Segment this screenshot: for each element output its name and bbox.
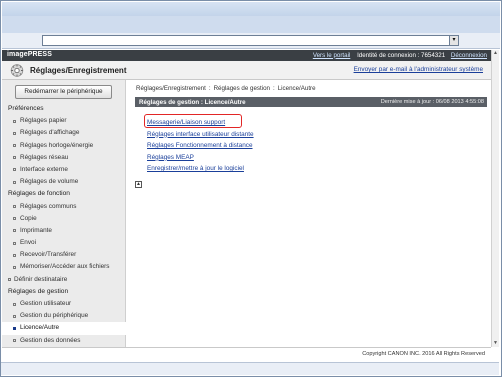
bullet-icon (13, 241, 16, 245)
vertical-scrollbar[interactable]: ▲ ▼ (491, 50, 499, 347)
link-meap-settings[interactable]: Réglages MEAP (147, 152, 254, 164)
bullet-icon (13, 131, 16, 135)
back-to-top-icon[interactable]: ▲ (135, 181, 142, 188)
brand-logo: imagePRESS (7, 51, 52, 58)
sidebar-item-license-other[interactable]: Licence/Autre (2, 322, 126, 335)
bullet-icon (13, 314, 16, 318)
top-bar-right: Vers le portail Identité de connexion : … (313, 52, 487, 59)
page-title: Réglages/Enregistrement (30, 66, 127, 75)
bullet-icon (8, 278, 11, 282)
bullet-icon (13, 339, 16, 343)
settings-links: Messagerie/Liaison support Réglages inte… (144, 114, 254, 175)
scroll-up-arrow-icon[interactable]: ▲ (492, 50, 499, 57)
bullet-icon (13, 168, 16, 172)
link-remote-ui-settings[interactable]: Réglages interface utilisateur distante (147, 129, 254, 141)
main-content: Réglages/Enregistrement: Réglages de gest… (132, 80, 488, 347)
sidebar-item-timer-energy[interactable]: Réglages horloge/énergie (2, 140, 126, 152)
browser-toolbar (2, 16, 500, 33)
bullet-icon (13, 156, 16, 160)
browser-title-bar (2, 2, 500, 16)
sidebar-item-store-access-files[interactable]: Mémoriser/Accéder aux fichiers (2, 261, 126, 273)
breadcrumb-item[interactable]: Réglages de gestion (214, 85, 270, 92)
sidebar-item-receive-forward[interactable]: Recevoir/Transférer (2, 249, 126, 261)
login-id-label: Identité de connexion : 7654321 (357, 51, 446, 59)
bullet-icon (13, 144, 16, 148)
sidebar-item-send[interactable]: Envoi (2, 237, 126, 249)
logout-link[interactable]: Déconnexion (451, 52, 487, 59)
sidebar-item-common-settings[interactable]: Réglages communs (2, 201, 126, 213)
sidebar-item-printer[interactable]: Imprimante (2, 225, 126, 237)
email-admin-link[interactable]: Envoyer par e-mail à l'administrateur sy… (354, 66, 483, 73)
sidebar-item-define-destination[interactable]: Définir destinataire (2, 274, 126, 286)
sidebar-item-data-management[interactable]: Gestion des données (2, 335, 126, 347)
sidebar-item-device-management[interactable]: Gestion du périphérique (2, 310, 126, 322)
scroll-down-arrow-icon[interactable]: ▼ (492, 340, 499, 347)
sidebar-item-network-settings[interactable]: Réglages réseau (2, 152, 126, 164)
sidebar-item-paper-settings[interactable]: Réglages papier (2, 115, 126, 127)
link-register-update-software[interactable]: Enregistrer/mettre à jour le logiciel (147, 163, 254, 175)
address-bar[interactable]: ▾ (42, 35, 459, 46)
bullet-icon (13, 119, 16, 123)
sidebar-item-copy[interactable]: Copie (2, 213, 126, 225)
panel-title: Réglages de gestion : Licence/Autre (139, 98, 246, 106)
link-remote-operation-settings[interactable]: Réglages Fonctionnement à distance (147, 140, 254, 152)
restart-device-button[interactable]: Redémarrer le périphérique (15, 85, 112, 99)
bullet-icon (13, 229, 16, 233)
bullet-icon (13, 217, 16, 221)
breadcrumb-item[interactable]: Réglages/Enregistrement (136, 85, 206, 92)
sidebar-menu: Préférences Réglages papier Réglages d'a… (2, 103, 126, 347)
top-bar: imagePRESS Vers le portail Identité de c… (2, 50, 491, 61)
bullet-icon (13, 253, 16, 257)
footer: Copyright CANON INC. 2016 All Rights Res… (2, 347, 491, 360)
settings-gear-icon (10, 64, 24, 77)
browser-status-bar (1, 362, 499, 375)
sidebar-item-user-management[interactable]: Gestion utilisateur (2, 298, 126, 310)
breadcrumb: Réglages/Enregistrement: Réglages de gest… (136, 85, 316, 92)
sidebar-section-preferences: Préférences (8, 105, 44, 112)
bullet-icon (13, 302, 16, 306)
highlight-box (144, 114, 242, 128)
sidebar-item-display-settings[interactable]: Réglages d'affichage (2, 127, 126, 139)
portal-link[interactable]: Vers le portail (313, 52, 351, 59)
sidebar-section-function-settings: Réglages de fonction (8, 190, 70, 198)
bullet-icon (13, 326, 16, 330)
bullet-icon (13, 265, 16, 269)
page-header: Réglages/Enregistrement Envoyer par e-ma… (2, 61, 491, 80)
bullet-icon (13, 205, 16, 208)
sidebar-item-volume-settings[interactable]: Réglages de volume (2, 176, 126, 188)
breadcrumb-current: Licence/Autre (277, 85, 316, 92)
copyright-text: Copyright CANON INC. 2016 All Rights Res… (362, 351, 485, 357)
sidebar-section-management-settings: Réglages de gestion (8, 287, 69, 295)
sidebar: Redémarrer le périphérique Préférences R… (2, 80, 126, 347)
sidebar-item-external-interface[interactable]: Interface externe (2, 164, 126, 176)
panel-header: Réglages de gestion : Licence/Autre Dern… (135, 97, 487, 107)
last-update-label: Dernière mise à jour : 06/08 2013 4:55:0… (380, 98, 484, 105)
address-dropdown-button[interactable]: ▾ (449, 36, 458, 45)
bullet-icon (13, 180, 16, 184)
